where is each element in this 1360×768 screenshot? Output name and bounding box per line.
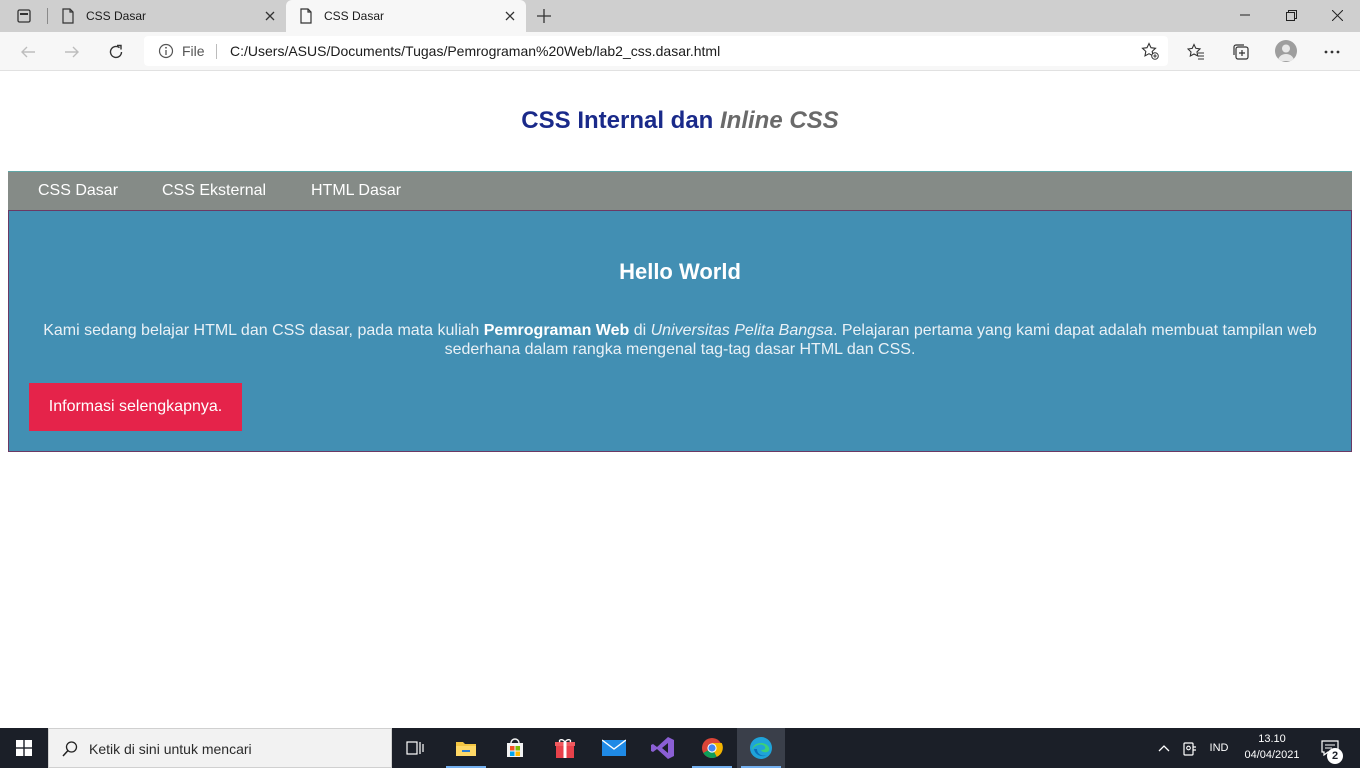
chevron-up-icon[interactable]: [1154, 728, 1174, 768]
more-icon[interactable]: [1318, 38, 1346, 66]
hero-title: Hello World: [619, 259, 741, 284]
refresh-icon[interactable]: [102, 38, 130, 66]
minimize-icon[interactable]: [1222, 0, 1268, 30]
address-bar[interactable]: File C:/Users/ASUS/Documents/Tugas/Pemro…: [144, 36, 1168, 66]
language-indicator[interactable]: IND: [1204, 728, 1234, 768]
page-title-plain: CSS Internal dan: [521, 107, 720, 134]
hero-text-bold: Pemrograman Web: [483, 322, 630, 339]
plus-icon[interactable]: [532, 4, 556, 28]
tab-title: CSS Dasar: [324, 9, 385, 23]
more-info-button[interactable]: Informasi selengkapnya.: [29, 383, 242, 431]
profile-avatar[interactable]: [1275, 40, 1297, 62]
tab-bar: CSS Dasar CSS Dasar: [0, 0, 1360, 32]
tab-title: CSS Dasar: [86, 9, 147, 23]
mail-icon[interactable]: [590, 728, 638, 768]
tab-css-dasar-1[interactable]: CSS Dasar: [48, 0, 286, 32]
close-icon[interactable]: [258, 4, 282, 28]
gift-app-icon[interactable]: [541, 728, 589, 768]
tab-css-dasar-2[interactable]: CSS Dasar: [286, 0, 526, 32]
nav-link-html-dasar[interactable]: HTML Dasar: [311, 182, 401, 200]
hero-text-1: Kami sedang belajar HTML dan CSS dasar, …: [43, 322, 484, 339]
info-icon[interactable]: [158, 43, 174, 59]
notification-badge: 2: [1327, 748, 1343, 764]
chrome-icon[interactable]: [688, 728, 736, 768]
meet-now-icon[interactable]: [1178, 728, 1200, 768]
hero-text-italic: Universitas Pelita Bangsa: [650, 322, 833, 339]
scheme-label: File: [182, 43, 205, 59]
hero-paragraph: Kami sedang belajar HTML dan CSS dasar, …: [33, 321, 1327, 359]
visual-studio-icon[interactable]: [639, 728, 687, 768]
close-icon[interactable]: [498, 4, 522, 28]
close-window-icon[interactable]: [1314, 0, 1360, 30]
forward-arrow-icon[interactable]: [58, 38, 86, 66]
restore-icon[interactable]: [1268, 0, 1314, 30]
collections-icon[interactable]: [1227, 38, 1255, 66]
url-text[interactable]: C:/Users/ASUS/Documents/Tugas/Pemrograma…: [230, 43, 720, 59]
tab-actions-icon[interactable]: [10, 6, 38, 26]
clock[interactable]: 13.10 04/04/2021: [1238, 731, 1306, 763]
web-page: CSS Internal dan Inline CSS CSS Dasar CS…: [0, 71, 1360, 728]
store-icon[interactable]: [491, 728, 539, 768]
task-view-icon[interactable]: [392, 728, 440, 768]
clock-date: 04/04/2021: [1244, 749, 1300, 761]
taskbar: Ketik di sini untuk mencari IND 13.10 04…: [0, 728, 1360, 768]
windows-start-icon[interactable]: [0, 728, 48, 768]
hero-text-2: di: [629, 322, 651, 339]
hero-section: Hello World Kami sedang belajar HTML dan…: [8, 210, 1352, 452]
page-icon: [298, 8, 314, 24]
page-title-italic: Inline CSS: [720, 107, 839, 134]
clock-time: 13.10: [1258, 733, 1286, 745]
taskbar-search-input[interactable]: Ketik di sini untuk mencari: [48, 728, 392, 768]
star-plus-icon[interactable]: [1140, 41, 1160, 61]
browser-toolbar: File C:/Users/ASUS/Documents/Tugas/Pemro…: [0, 32, 1360, 71]
back-arrow-icon[interactable]: [14, 38, 42, 66]
page-nav: CSS Dasar CSS Eksternal HTML Dasar: [8, 171, 1352, 211]
address-divider: [216, 44, 217, 59]
edge-icon[interactable]: [737, 728, 785, 768]
search-icon: [61, 740, 79, 758]
search-placeholder: Ketik di sini untuk mencari: [89, 741, 252, 757]
page-icon: [60, 8, 76, 24]
favorites-icon[interactable]: [1182, 38, 1210, 66]
file-explorer-icon[interactable]: [442, 728, 490, 768]
nav-link-css-dasar[interactable]: CSS Dasar: [38, 182, 118, 200]
nav-link-css-eksternal[interactable]: CSS Eksternal: [162, 182, 266, 200]
page-title: CSS Internal dan Inline CSS: [0, 107, 1360, 135]
